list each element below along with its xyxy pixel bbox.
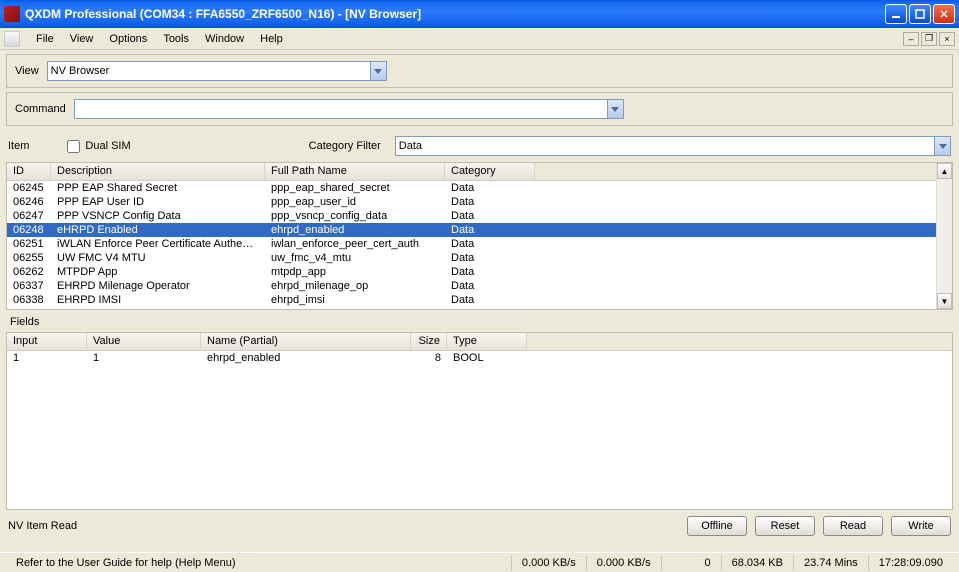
menu-view[interactable]: View (62, 31, 102, 47)
window-controls (885, 4, 955, 24)
cell-id: 06338 (7, 292, 51, 308)
field-row[interactable]: 11ehrpd_enabled8BOOL (7, 351, 952, 365)
col-input[interactable]: Input (7, 333, 87, 350)
category-filter-combo[interactable] (395, 136, 951, 156)
scroll-down-button[interactable]: ▼ (937, 293, 952, 309)
offline-button[interactable]: Offline (687, 516, 747, 536)
mdi-close-button[interactable]: × (939, 32, 955, 46)
chevron-down-icon (374, 69, 382, 74)
status-rate1: 0.000 KB/s (511, 555, 586, 571)
menu-bar: FileViewOptionsToolsWindowHelp – ❐ × (0, 28, 959, 50)
status-rate2: 0.000 KB/s (586, 555, 661, 571)
dual-sim-checkbox[interactable] (67, 140, 80, 153)
nv-row[interactable]: 06255UW FMC V4 MTUuw_fmc_v4_mtuData (7, 251, 952, 265)
cell-name: ehrpd_enabled (201, 350, 411, 366)
nv-status: NV Item Read (8, 520, 687, 532)
col-name[interactable]: Name (Partial) (201, 333, 411, 350)
scroll-up-button[interactable]: ▲ (937, 163, 952, 179)
nv-row[interactable]: 06338EHRPD IMSIehrpd_imsiData (7, 293, 952, 307)
cell-type: BOOL (447, 350, 527, 366)
menu-tools[interactable]: Tools (155, 31, 197, 47)
menu-help[interactable]: Help (252, 31, 291, 47)
document-icon[interactable] (4, 31, 20, 47)
nv-row[interactable]: 06246PPP EAP User IDppp_eap_user_idData (7, 195, 952, 209)
status-bar: Refer to the User Guide for help (Help M… (0, 552, 959, 572)
write-button[interactable]: Write (891, 516, 951, 536)
command-combo-dropdown[interactable] (607, 100, 623, 118)
maximize-button[interactable] (909, 4, 931, 24)
dual-sim-checkbox-wrap[interactable]: Dual SIM (67, 140, 130, 153)
view-panel: View (6, 54, 953, 88)
menu-options[interactable]: Options (101, 31, 155, 47)
window-title: QXDM Professional (COM34 : FFA6550_ZRF65… (25, 7, 885, 21)
action-bar: NV Item Read Offline Reset Read Write (0, 510, 959, 542)
menu-file[interactable]: File (28, 31, 62, 47)
mdi-controls: – ❐ × (903, 32, 955, 46)
nv-row[interactable]: 06247PPP VSNCP Config Datappp_vsncp_conf… (7, 209, 952, 223)
fields-header: Input Value Name (Partial) Size Type (7, 333, 952, 351)
nv-list-scrollbar[interactable]: ▲ ▼ (936, 163, 952, 309)
category-filter-dropdown[interactable] (934, 137, 950, 155)
nv-row[interactable]: 06245PPP EAP Shared Secretppp_eap_shared… (7, 181, 952, 195)
command-label: Command (15, 103, 66, 115)
nv-row[interactable]: 06262MTPDP Appmtpdp_appData (7, 265, 952, 279)
view-combo[interactable] (47, 61, 387, 81)
mdi-restore-button[interactable]: ❐ (921, 32, 937, 46)
nv-item-list[interactable]: ID Description Full Path Name Category 0… (6, 162, 953, 310)
col-value[interactable]: Value (87, 333, 201, 350)
close-button[interactable] (933, 4, 955, 24)
cell-path: ehrpd_imsi (265, 292, 445, 308)
read-button[interactable]: Read (823, 516, 883, 536)
command-panel: Command (6, 92, 953, 126)
status-mins: 23.74 Mins (793, 555, 868, 571)
title-bar: QXDM Professional (COM34 : FFA6550_ZRF65… (0, 0, 959, 28)
mdi-minimize-button[interactable]: – (903, 32, 919, 46)
status-help: Refer to the User Guide for help (Help M… (6, 555, 511, 571)
fields-list[interactable]: Input Value Name (Partial) Size Type 11e… (6, 332, 953, 510)
menu-window[interactable]: Window (197, 31, 252, 47)
cell-input: 1 (7, 350, 87, 366)
cell-value: 1 (87, 350, 201, 366)
view-label: View (15, 65, 39, 77)
item-label: Item (8, 140, 29, 152)
col-id[interactable]: ID (7, 163, 51, 180)
reset-button[interactable]: Reset (755, 516, 815, 536)
cell-size: 8 (411, 350, 447, 366)
cell-cat: Data (445, 292, 535, 308)
col-full-path[interactable]: Full Path Name (265, 163, 445, 180)
nv-row[interactable]: 06248eHRPD Enabledehrpd_enabledData (7, 223, 952, 237)
dual-sim-label: Dual SIM (85, 140, 130, 152)
item-filter-row: Item Dual SIM Category Filter (0, 130, 959, 162)
col-size[interactable]: Size (411, 333, 447, 350)
status-count: 0 (661, 555, 721, 571)
chevron-down-icon (611, 107, 619, 112)
command-combo[interactable] (74, 99, 624, 119)
nv-row[interactable]: 06251iWLAN Enforce Peer Certificate Auth… (7, 237, 952, 251)
fields-label: Fields (0, 310, 959, 332)
view-combo-dropdown[interactable] (370, 62, 386, 80)
nv-row[interactable]: 06337EHRPD Milenage Operatorehrpd_milena… (7, 279, 952, 293)
cell-desc: EHRPD IMSI (51, 292, 265, 308)
minimize-button[interactable] (885, 4, 907, 24)
category-filter-label: Category Filter (309, 140, 381, 152)
col-description[interactable]: Description (51, 163, 265, 180)
chevron-down-icon (939, 144, 947, 149)
col-category[interactable]: Category (445, 163, 535, 180)
scroll-track[interactable] (937, 179, 952, 293)
nv-list-header: ID Description Full Path Name Category (7, 163, 952, 181)
col-type[interactable]: Type (447, 333, 527, 350)
status-time: 17:28:09.090 (868, 555, 953, 571)
app-icon (4, 6, 20, 22)
status-kb: 68.034 KB (721, 555, 793, 571)
